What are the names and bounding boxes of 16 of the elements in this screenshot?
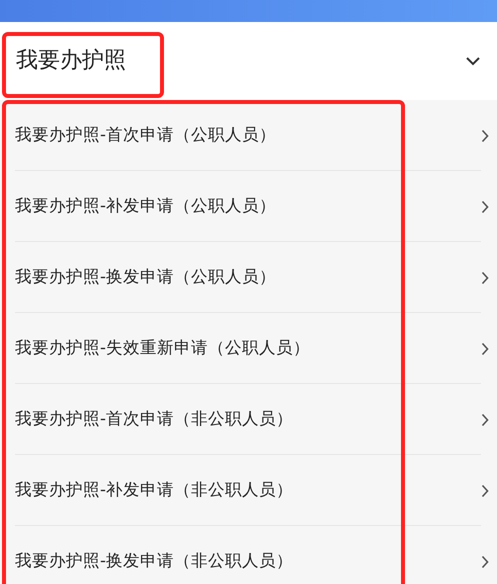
chevron-right-icon [481, 200, 489, 214]
list-item[interactable]: 我要办护照-换发申请（公职人员） [0, 242, 497, 313]
chevron-down-icon[interactable] [465, 56, 481, 66]
chevron-right-icon [481, 554, 489, 568]
list-item[interactable]: 我要办护照-补发申请（非公职人员） [0, 455, 497, 526]
chevron-right-icon [481, 412, 489, 426]
chevron-right-icon [481, 128, 489, 142]
list-item[interactable]: 我要办护照-首次申请（公职人员） [0, 100, 497, 171]
list-item[interactable]: 我要办护照-补发申请（公职人员） [0, 171, 497, 242]
list-item[interactable]: 我要办护照-首次申请（非公职人员） [0, 384, 497, 455]
section-title: 我要办护照 [16, 50, 126, 72]
chevron-right-icon [481, 342, 489, 356]
chevron-right-icon [481, 484, 489, 498]
list-item[interactable]: 我要办护照-失效重新申请（公职人员） [0, 313, 497, 384]
list-item[interactable]: 我要办护照-换发申请（非公职人员） [0, 526, 497, 584]
chevron-right-icon [481, 270, 489, 284]
